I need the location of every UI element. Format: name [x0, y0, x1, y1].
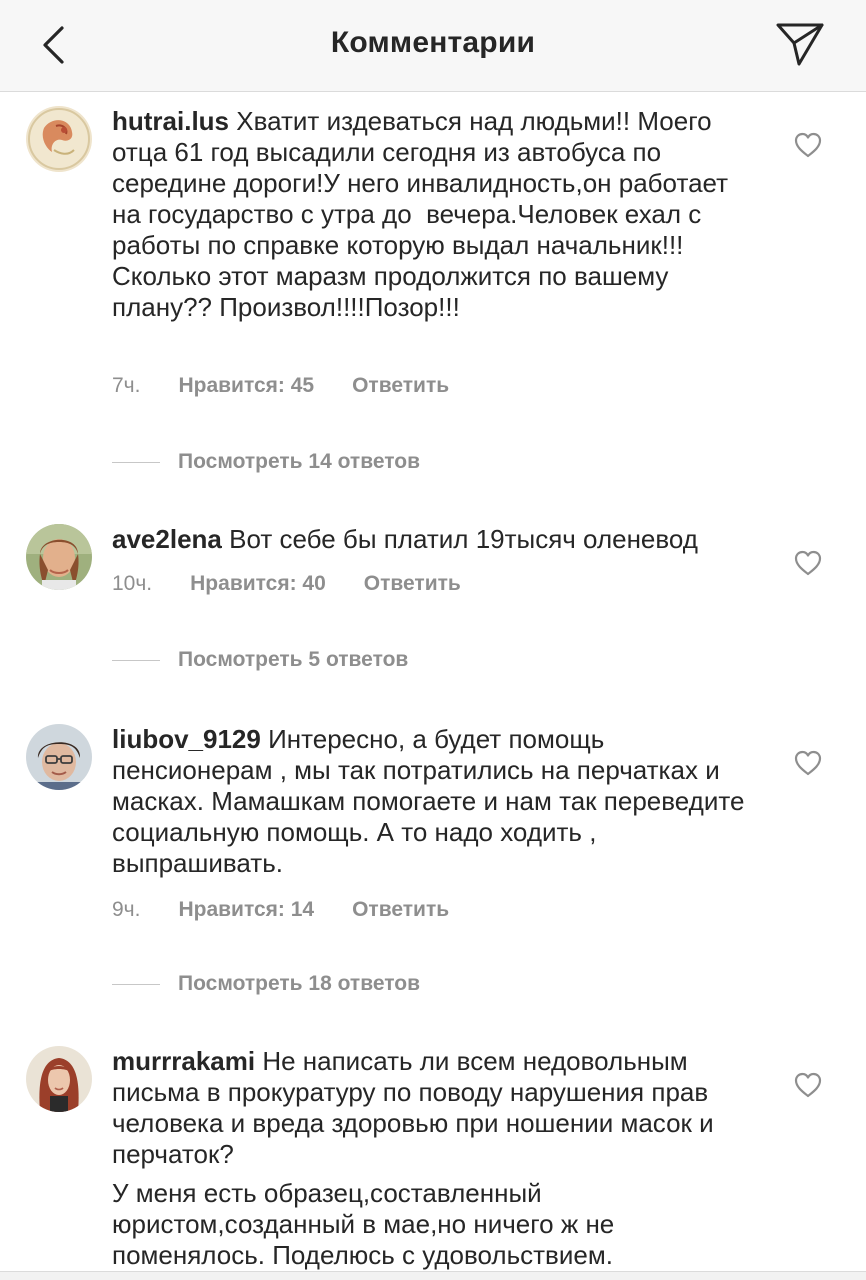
username[interactable]: murrrakami — [112, 1046, 255, 1076]
comment-meta: 9ч. Нравится: 14 Ответить — [112, 898, 449, 922]
heart-icon[interactable] — [794, 132, 822, 158]
view-replies-label: Посмотреть 18 ответов — [178, 972, 420, 995]
top-bar: Комментарии — [0, 0, 866, 92]
comment-text: Вот себе бы платил 19тысяч оленевод — [229, 524, 698, 554]
comment-body: hutrai.lus Хватит издеваться над людьми!… — [112, 106, 752, 323]
comment-meta: 7ч. Нравится: 45 Ответить — [112, 374, 449, 398]
share-button[interactable] — [770, 16, 830, 72]
divider — [112, 461, 160, 463]
comment-body: liubov_9129 Интересно, а будет помощь пе… — [112, 724, 752, 879]
bottom-edge — [0, 1271, 866, 1280]
timestamp: 9ч. — [112, 898, 141, 921]
username[interactable]: ave2lena — [112, 524, 222, 554]
divider — [112, 659, 160, 661]
timestamp: 7ч. — [112, 374, 141, 397]
avatar[interactable] — [26, 106, 92, 172]
avatar[interactable] — [26, 724, 92, 790]
reply-button[interactable]: Ответить — [364, 572, 461, 596]
reply-button[interactable]: Ответить — [352, 898, 449, 922]
view-replies-label: Посмотреть 5 ответов — [178, 648, 409, 671]
view-replies-button[interactable]: Посмотреть 18 ответов — [112, 972, 420, 996]
reply-button[interactable]: Ответить — [352, 374, 449, 398]
heart-icon[interactable] — [794, 550, 822, 576]
paper-plane-icon — [776, 23, 824, 66]
divider — [112, 983, 160, 985]
username[interactable]: hutrai.lus — [112, 106, 229, 136]
comment-meta: 10ч. Нравится: 40 Ответить — [112, 572, 461, 596]
avatar[interactable] — [26, 524, 92, 590]
view-replies-label: Посмотреть 14 ответов — [178, 450, 420, 473]
heart-icon[interactable] — [794, 1072, 822, 1098]
heart-icon[interactable] — [794, 750, 822, 776]
view-replies-button[interactable]: Посмотреть 5 ответов — [112, 648, 408, 672]
comment-body: murrrakami Не написать ли всем недовольн… — [112, 1046, 752, 1271]
likes-count[interactable]: Нравится: 45 — [178, 374, 314, 398]
page-title: Комментарии — [330, 26, 536, 59]
likes-count[interactable]: Нравится: 14 — [178, 898, 314, 922]
timestamp: 10ч. — [112, 572, 153, 595]
comment-body: ave2lena Вот себе бы платил 19тысяч олен… — [112, 524, 752, 555]
view-replies-button[interactable]: Посмотреть 14 ответов — [112, 450, 420, 474]
likes-count[interactable]: Нравится: 40 — [190, 572, 326, 596]
comment-text: Хватит издеваться над людьми!! Моего отц… — [112, 106, 736, 322]
avatar[interactable] — [26, 1046, 92, 1112]
comment-text-paragraph: У меня есть образец,составленный юристом… — [112, 1178, 622, 1270]
username[interactable]: liubov_9129 — [112, 724, 261, 754]
